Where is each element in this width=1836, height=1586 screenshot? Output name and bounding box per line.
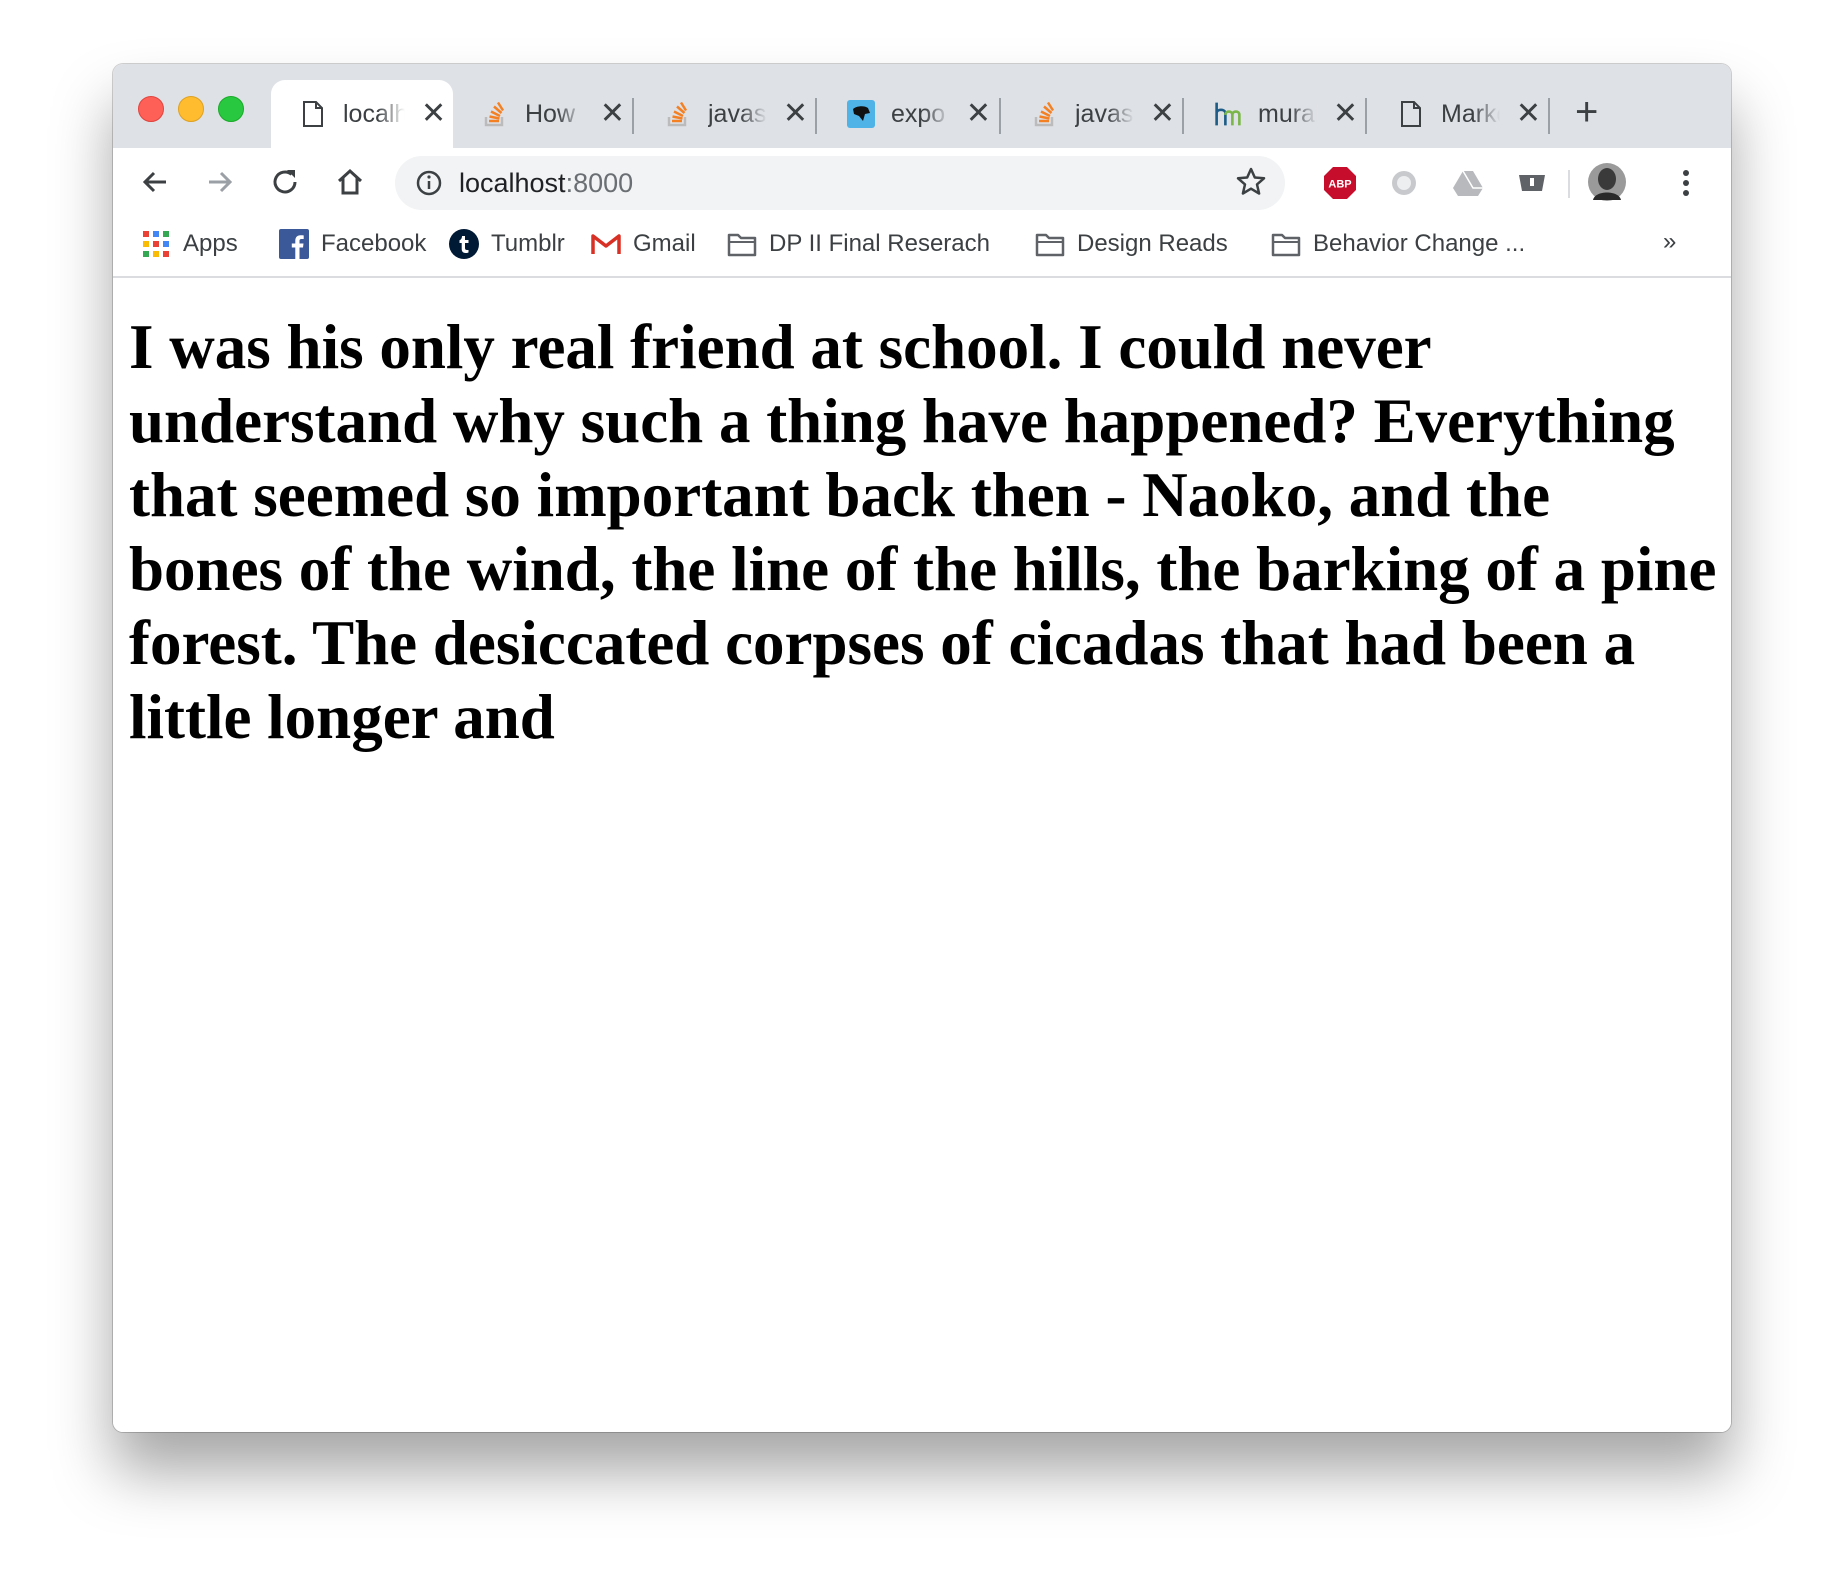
tab-separator <box>1182 98 1184 134</box>
page-heading: I was his only real friend at school. I … <box>129 312 1717 752</box>
new-tab-button[interactable]: + <box>1575 92 1598 132</box>
page-icon <box>299 100 327 128</box>
bookmark-facebook[interactable]: Facebook <box>279 224 426 264</box>
tab-how[interactable]: How ✕ <box>453 80 625 148</box>
bookmark-label: DP II Final Reserach <box>769 230 990 257</box>
hm-icon <box>1214 100 1242 128</box>
tab-separator <box>1365 98 1367 134</box>
stackoverflow-icon <box>481 100 509 128</box>
url-port: :8000 <box>565 167 634 198</box>
url-text: localhost:8000 <box>459 168 633 199</box>
bookmark-apps[interactable]: Apps <box>141 224 238 264</box>
page-icon <box>1397 100 1425 128</box>
site-info-icon[interactable] <box>415 169 443 197</box>
tab-close-icon[interactable]: ✕ <box>966 99 991 129</box>
tab-separator <box>815 98 817 134</box>
reload-button[interactable] <box>263 148 307 216</box>
stackoverflow-icon <box>1031 100 1059 128</box>
tab-javascript-1[interactable]: javascript ✕ <box>636 80 808 148</box>
home-button[interactable] <box>328 148 372 216</box>
bookmark-label: Behavior Change ... <box>1313 230 1526 257</box>
url-host: localhost <box>459 167 566 198</box>
forward-button[interactable] <box>198 148 242 216</box>
forward-arrow-icon <box>209 171 233 193</box>
bookmark-label: Tumblr <box>491 230 565 257</box>
tab-muralis[interactable]: muralis ✕ <box>1186 80 1358 148</box>
tab-title: expo <box>891 99 946 128</box>
tab-close-icon[interactable]: ✕ <box>783 99 808 129</box>
bookmark-folder-behavior-change[interactable]: Behavior Change ... <box>1271 224 1525 264</box>
bookmarks-bar: Apps Facebook Tumblr Gmail DP II Final R… <box>113 216 1731 278</box>
folder-icon <box>1035 229 1065 259</box>
bookmark-tumblr[interactable]: Tumblr <box>449 224 565 264</box>
bookmarks-overflow-button[interactable]: » <box>1663 228 1676 256</box>
bookmark-folder-dp-ii[interactable]: DP II Final Reserach <box>727 224 990 264</box>
tab-javascript-2[interactable]: javascript ✕ <box>1003 80 1175 148</box>
bookmark-folder-design-reads[interactable]: Design Reads <box>1035 224 1228 264</box>
tab-strip: localhost:8000 ✕ How ✕ javascript ✕ e <box>113 64 1731 148</box>
bookmark-label: Gmail <box>633 230 696 257</box>
maximize-window-button[interactable] <box>218 96 244 122</box>
tab-title: localhost:8000 <box>343 99 405 128</box>
extension-badge-icon[interactable] <box>1515 166 1549 200</box>
tab-close-icon[interactable]: ✕ <box>421 99 446 129</box>
toolbar-divider <box>1568 170 1570 198</box>
navigation-toolbar: localhost:8000 ABP <box>113 148 1731 216</box>
extension-circle-icon[interactable] <box>1387 166 1421 200</box>
folder-icon <box>727 229 757 259</box>
address-bar[interactable]: localhost:8000 <box>395 156 1285 210</box>
bookmark-label: Facebook <box>321 230 427 257</box>
home-icon <box>337 168 363 195</box>
abp-label: ABP <box>1328 179 1351 191</box>
tab-separator <box>1548 98 1550 134</box>
tab-localhost[interactable]: localhost:8000 ✕ <box>271 80 453 148</box>
tab-close-icon[interactable]: ✕ <box>1333 99 1358 129</box>
tab-title: javascript <box>1075 99 1134 128</box>
expo-icon <box>847 100 875 128</box>
bookmark-label: Apps <box>183 230 238 257</box>
tumblr-icon <box>449 229 479 259</box>
tab-close-icon[interactable]: ✕ <box>1150 99 1175 129</box>
adblock-plus-icon[interactable]: ABP <box>1323 166 1357 200</box>
back-arrow-icon <box>142 171 166 193</box>
back-button[interactable] <box>133 148 177 216</box>
bookmark-label: Design Reads <box>1077 230 1228 257</box>
tab-separator <box>999 98 1001 134</box>
tab-expo[interactable]: expo ✕ <box>819 80 991 148</box>
bookmark-gmail[interactable]: Gmail <box>591 224 696 264</box>
profile-avatar[interactable] <box>1587 162 1627 202</box>
tab-title: How <box>525 99 576 128</box>
gmail-icon <box>591 229 621 259</box>
minimize-window-button[interactable] <box>178 96 204 122</box>
tab-close-icon[interactable]: ✕ <box>1516 99 1541 129</box>
apps-grid-icon <box>141 229 171 259</box>
browser-menu-icon[interactable] <box>1669 166 1703 200</box>
bookmark-star-icon[interactable] <box>1235 166 1267 203</box>
reload-icon <box>273 170 297 194</box>
google-drive-icon[interactable] <box>1451 166 1485 200</box>
tab-title: Markdown <box>1441 99 1500 128</box>
tab-close-icon[interactable]: ✕ <box>600 99 625 129</box>
tab-title: javascript <box>708 99 767 128</box>
facebook-icon <box>279 229 309 259</box>
page-content: I was his only real friend at school. I … <box>113 278 1731 1432</box>
folder-icon <box>1271 229 1301 259</box>
tab-separator <box>632 98 634 134</box>
close-window-button[interactable] <box>138 96 164 122</box>
tab-markdown[interactable]: Markdown ✕ <box>1369 80 1541 148</box>
tab-title: muralis <box>1258 99 1317 128</box>
stackoverflow-icon <box>664 100 692 128</box>
browser-window: localhost:8000 ✕ How ✕ javascript ✕ e <box>113 64 1731 1432</box>
